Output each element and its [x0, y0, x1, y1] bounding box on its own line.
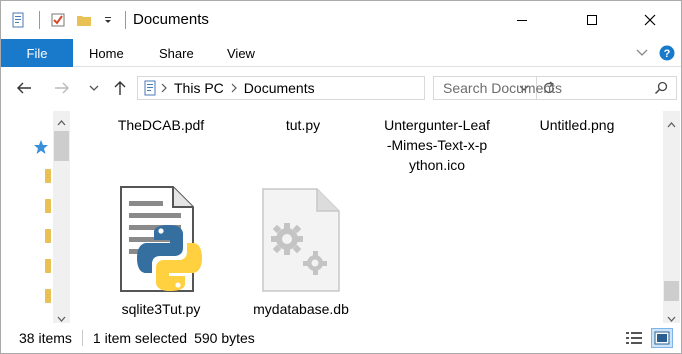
explorer-window: Documents File Home Share View ? This PC…: [0, 0, 682, 354]
chevron-right-icon[interactable]: [158, 83, 170, 93]
expand-ribbon-button[interactable]: [635, 39, 649, 67]
item-count: 38 items: [19, 330, 72, 346]
chevron-down-icon: [636, 49, 648, 56]
tab-share[interactable]: Share: [159, 39, 194, 67]
svg-text:?: ?: [664, 48, 671, 60]
file-item-pdf[interactable]: TheDCAB.pdf: [97, 115, 225, 135]
arrow-right-icon: [55, 82, 69, 94]
breadcrumb-this-pc[interactable]: This PC: [170, 80, 228, 96]
search-placeholder: Search Documents: [443, 80, 563, 96]
recent-locations-button[interactable]: [81, 75, 107, 101]
file-name: mydatabase.db: [253, 301, 349, 317]
file-view-scrollbar[interactable]: [663, 111, 680, 323]
divider: [39, 11, 40, 29]
file-item-mydatabase[interactable]: mydatabase.db: [237, 185, 365, 319]
navigation-bar: This PC Documents Search Documents: [1, 67, 681, 109]
file-name: tut.py: [285, 117, 321, 133]
close-button[interactable]: [627, 1, 673, 39]
computer-icon: [138, 80, 158, 96]
quick-access-star-icon[interactable]: [33, 139, 49, 158]
folder-icon[interactable]: [45, 229, 51, 243]
divider: [81, 330, 83, 346]
back-button[interactable]: [11, 75, 37, 101]
ribbon: File Home Share View ?: [1, 39, 681, 67]
file-item-ico[interactable]: Untergunter-Leaf -Mimes-Text-x-p ython.i…: [373, 115, 501, 175]
file-item-sqlite3tut[interactable]: sqlite3Tut.py: [97, 185, 225, 319]
file-name-line-1: Untergunter-Leaf: [384, 117, 490, 133]
checkmark-icon[interactable]: [49, 11, 67, 29]
folder-icon[interactable]: [45, 169, 51, 183]
settings-file-icon: [237, 185, 365, 293]
address-bar[interactable]: This PC Documents: [137, 76, 554, 100]
new-folder-icon[interactable]: [75, 11, 93, 29]
file-name: TheDCAB.pdf: [117, 117, 205, 133]
minimize-button[interactable]: [499, 1, 545, 39]
properties-icon[interactable]: [9, 11, 27, 29]
arrow-up-icon: [114, 81, 126, 95]
help-icon: ?: [659, 45, 675, 61]
details-view-icon: [626, 332, 642, 344]
selection-info: 1 item selected: [92, 330, 188, 346]
selection-size: 590 bytes: [194, 330, 255, 346]
breadcrumb-documents[interactable]: Documents: [240, 80, 319, 96]
file-name-line-3: ython.ico: [408, 157, 466, 173]
scrollbar-thumb[interactable]: [664, 281, 679, 301]
file-item-tut-py[interactable]: tut.py: [239, 115, 367, 135]
file-item-png[interactable]: Untitled.png: [513, 115, 641, 135]
tab-home[interactable]: Home: [89, 39, 124, 67]
window-title: Documents: [133, 11, 209, 28]
maximize-button[interactable]: [569, 1, 615, 39]
details-view-button[interactable]: [623, 328, 645, 348]
up-button[interactable]: [107, 75, 133, 101]
folder-icon[interactable]: [45, 259, 51, 273]
arrow-left-icon: [17, 82, 31, 94]
navigation-pane: [1, 111, 71, 323]
tab-view[interactable]: View: [227, 39, 255, 67]
file-name: sqlite3Tut.py: [121, 301, 201, 317]
python-file-icon: [97, 185, 225, 293]
scrollbar-thumb[interactable]: [54, 131, 69, 161]
folder-icon[interactable]: [45, 199, 51, 213]
nav-pane-scrollbar[interactable]: [53, 111, 70, 323]
scroll-up-arrow-icon[interactable]: [57, 115, 66, 129]
tab-file[interactable]: File: [1, 39, 73, 67]
search-input[interactable]: Search Documents: [433, 76, 677, 100]
title-bar: Documents: [1, 1, 681, 39]
file-name-line-2: -Mimes-Text-x-p: [386, 137, 488, 153]
file-view: TheDCAB.pdf tut.py Untergunter-Leaf -Mim…: [71, 111, 663, 323]
search-icon[interactable]: [654, 81, 668, 98]
file-name: Untitled.png: [539, 117, 615, 133]
divider: [125, 11, 126, 29]
large-icons-view-icon: [654, 331, 670, 345]
help-button[interactable]: ?: [659, 39, 675, 67]
large-icons-view-button[interactable]: [651, 328, 673, 348]
status-bar: 38 items 1 item selected 590 bytes: [1, 323, 681, 353]
folder-icon[interactable]: [45, 289, 51, 303]
forward-button[interactable]: [49, 75, 75, 101]
chevron-down-icon: [89, 85, 99, 91]
scroll-up-arrow-icon[interactable]: [667, 117, 676, 131]
chevron-right-icon[interactable]: [228, 83, 240, 93]
customize-toolbar-icon[interactable]: [99, 11, 117, 29]
